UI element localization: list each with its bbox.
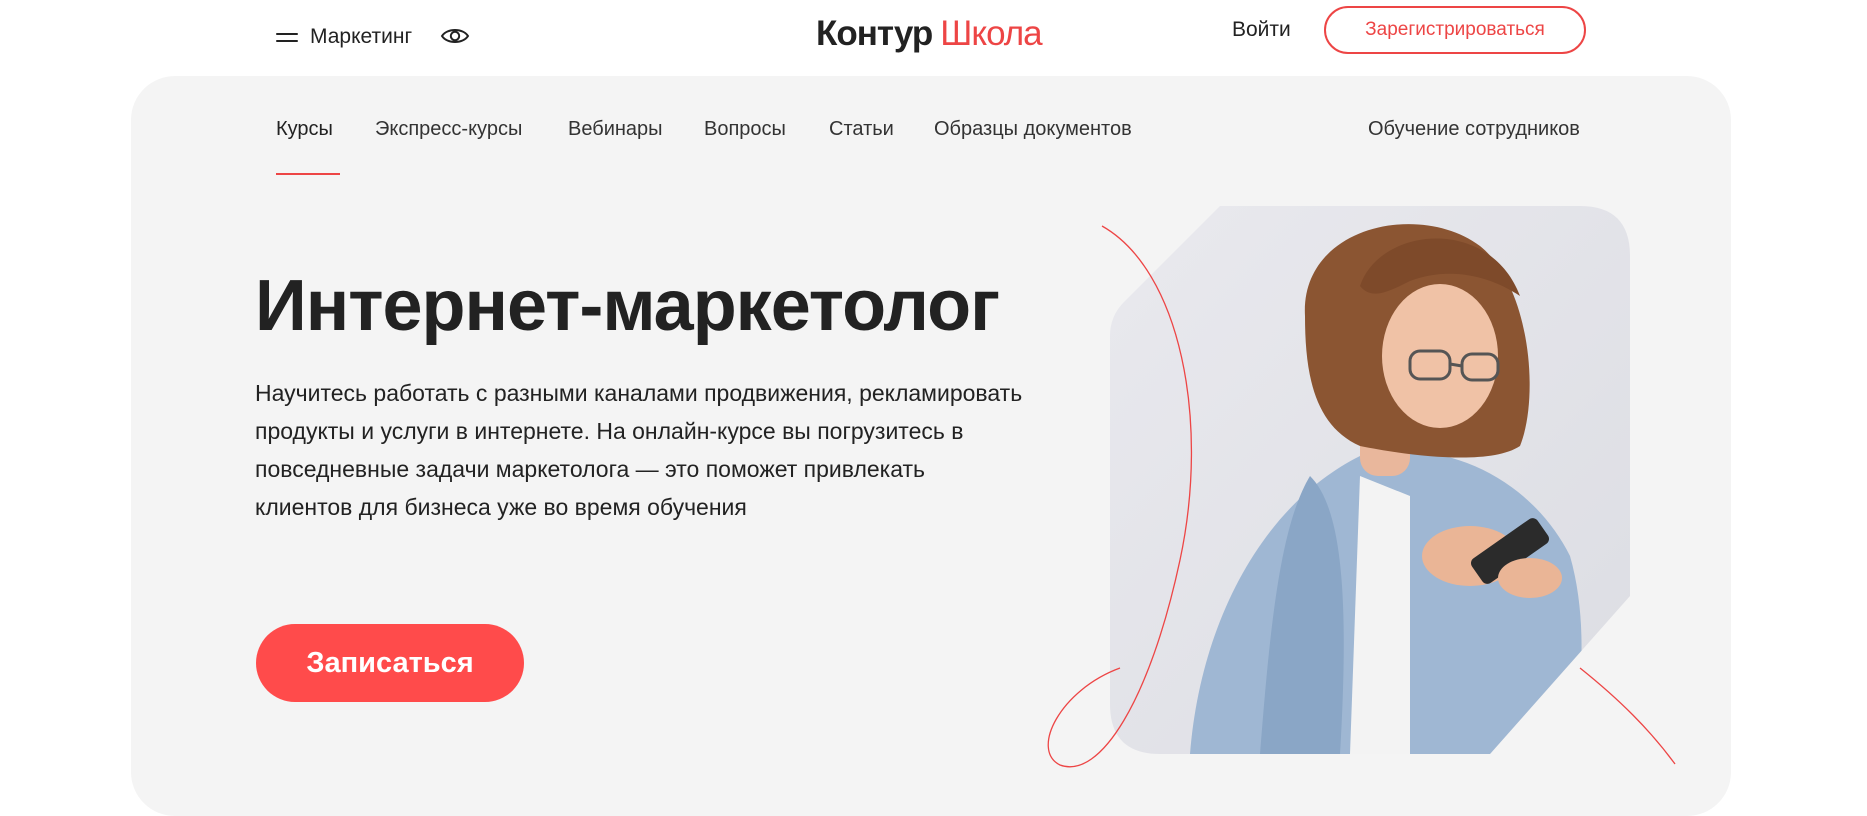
- page-title: Интернет-маркетолог: [255, 266, 1000, 346]
- nav-item-document-samples[interactable]: Образцы документов: [934, 116, 1132, 142]
- menu-toggle-button[interactable]: Маркетинг: [276, 22, 412, 52]
- eye-icon[interactable]: [440, 25, 470, 47]
- hero-description: Научитесь работать с разными каналами пр…: [255, 380, 1023, 520]
- nav-item-questions[interactable]: Вопросы: [704, 116, 786, 142]
- nav-item-articles[interactable]: Статьи: [829, 116, 894, 142]
- active-tab-indicator: [276, 173, 340, 175]
- nav-item-courses[interactable]: Курсы: [276, 116, 333, 142]
- logo-brand: Контур: [816, 14, 933, 53]
- enroll-button[interactable]: Записаться: [256, 624, 524, 702]
- site-logo[interactable]: Контур Школа: [816, 12, 1043, 56]
- logo-school: Школа: [940, 14, 1042, 53]
- menu-label: Маркетинг: [310, 25, 413, 48]
- login-link[interactable]: Войти: [1232, 14, 1291, 46]
- hero-photo: [1110, 206, 1630, 754]
- hamburger-icon: [276, 31, 298, 44]
- nav-item-webinars[interactable]: Вебинары: [568, 116, 663, 142]
- register-button[interactable]: Зарегистрироваться: [1324, 6, 1586, 54]
- nav-item-express-courses[interactable]: Экспресс-курсы: [375, 116, 522, 142]
- nav-item-employee-training[interactable]: Обучение сотрудников: [1368, 116, 1580, 142]
- site-header: Маркетинг Контур Школа Войти Зарегистриро…: [0, 0, 1867, 76]
